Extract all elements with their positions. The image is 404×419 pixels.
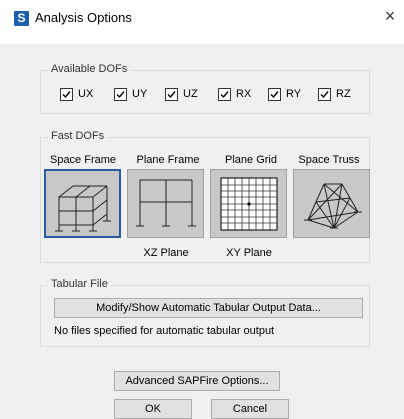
dof-label: UZ (183, 88, 198, 100)
xz-plane-label: XZ Plane (143, 247, 189, 259)
window-title: Analysis Options (35, 10, 132, 25)
title-bar: S Analysis Options × (0, 0, 404, 44)
plane-frame-option[interactable] (127, 169, 204, 238)
plane-frame-icon (136, 179, 196, 227)
space-truss-option[interactable] (293, 169, 370, 238)
fast-dofs-title: Fast DOFs (48, 130, 108, 142)
tabular-file-title: Tabular File (48, 278, 111, 290)
checkbox-check-icon[interactable] (318, 87, 331, 101)
dof-checkbox-rx[interactable]: RX (218, 87, 251, 101)
checkbox-check-icon[interactable] (268, 87, 281, 101)
dof-label: RX (236, 88, 252, 100)
space-frame-label: Space Frame (49, 154, 117, 166)
dof-checkbox-ry[interactable]: RY (268, 87, 301, 101)
app-icon: S (14, 11, 29, 26)
space-truss-icon (304, 183, 362, 229)
modify-tabular-output-button[interactable]: Modify/Show Automatic Tabular Output Dat… (54, 298, 363, 318)
dof-label: RY (286, 88, 302, 100)
xy-plane-label: XY Plane (226, 247, 272, 259)
dof-checkbox-ux[interactable]: UX (60, 87, 93, 101)
plane-grid-option[interactable] (210, 169, 287, 238)
checkbox-check-icon[interactable] (165, 87, 178, 101)
dof-checkbox-rz[interactable]: RZ (318, 87, 351, 101)
space-frame-icon (55, 185, 111, 232)
tabular-file-note: No files specified for automatic tabular… (54, 325, 275, 337)
dof-label: UY (132, 88, 148, 100)
ok-button[interactable]: OK (114, 399, 192, 419)
available-dofs-title: Available DOFs (48, 63, 131, 75)
plane-frame-label: Plane Frame (136, 154, 200, 166)
dof-label: UX (78, 88, 94, 100)
dof-checkbox-uy[interactable]: UY (114, 87, 147, 101)
plane-grid-label: Plane Grid (225, 154, 277, 166)
advanced-sapfire-options-button[interactable]: Advanced SAPFire Options... (114, 371, 280, 391)
close-icon[interactable]: × (381, 6, 399, 26)
space-truss-label: Space Truss (298, 154, 360, 166)
checkbox-check-icon[interactable] (218, 87, 231, 101)
dof-label: RZ (336, 88, 351, 100)
space-frame-option[interactable] (44, 169, 121, 238)
checkbox-check-icon[interactable] (114, 87, 127, 101)
checkbox-check-icon[interactable] (60, 87, 73, 101)
cancel-button[interactable]: Cancel (211, 399, 289, 419)
dof-checkbox-uz[interactable]: UZ (165, 87, 198, 101)
plane-grid-icon (220, 177, 278, 231)
